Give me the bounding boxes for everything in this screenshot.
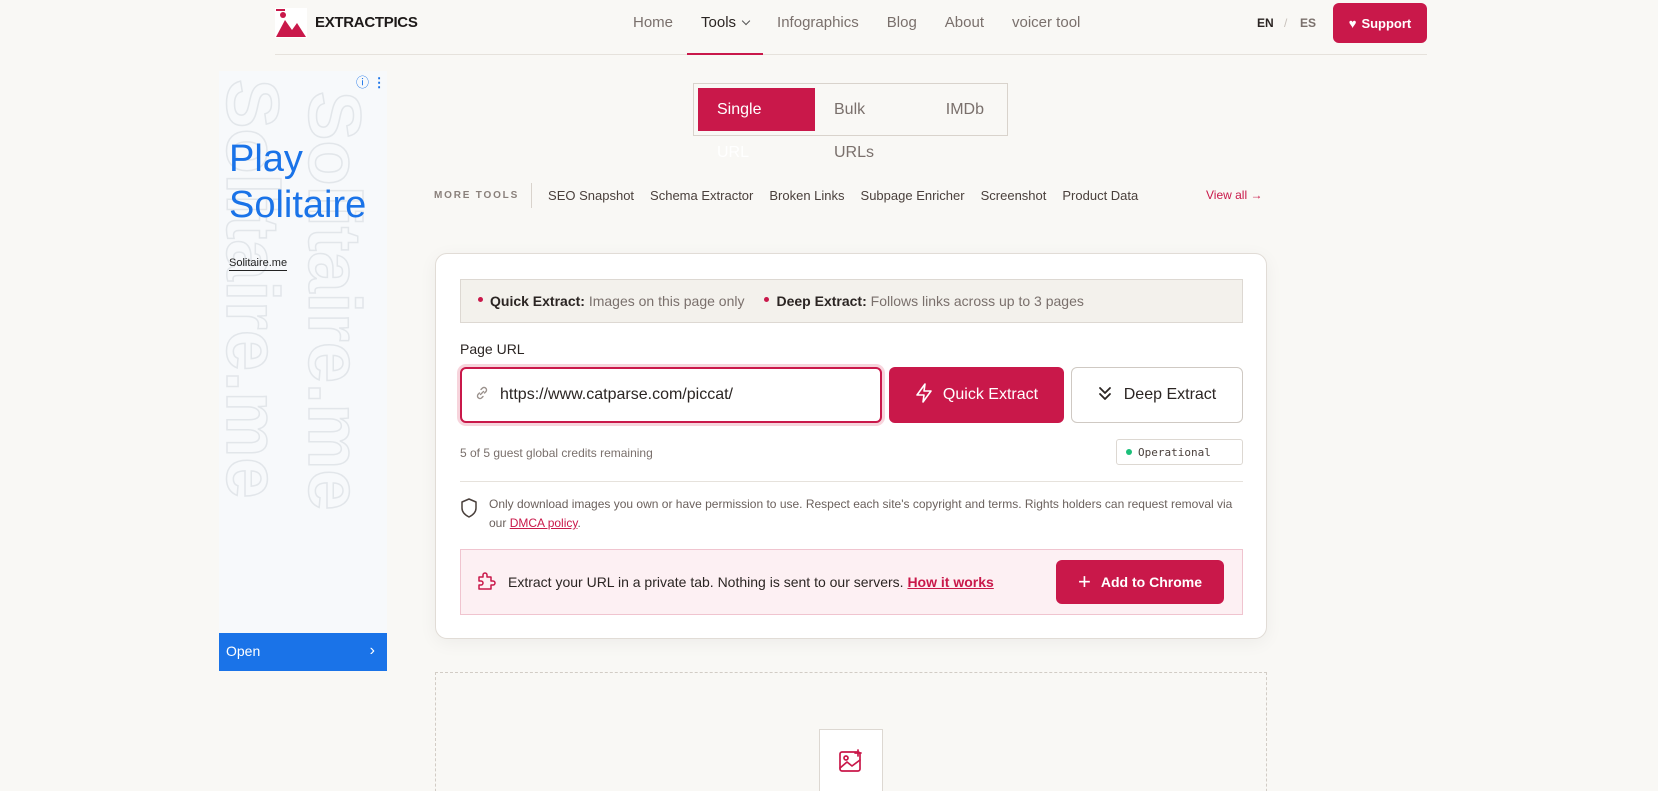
status-label: Operational: [1138, 445, 1211, 459]
how-it-works-link[interactable]: How it works: [907, 574, 993, 590]
private-extract-banner: Extract your URL in a private tab. Nothi…: [460, 549, 1243, 615]
main-nav: Home Tools Infographics Blog About voice…: [619, 0, 1094, 55]
bullet-dot: [764, 296, 770, 302]
private-extract-text: Extract your URL in a private tab. Nothi…: [508, 574, 904, 590]
tool-link-seo-snapshot[interactable]: SEO Snapshot: [540, 188, 642, 203]
deep-extract-label: Deep Extract:: [776, 293, 867, 309]
mode-tabs: Single URL Bulk URLs IMDb: [693, 83, 1008, 161]
lang-separator: /: [1284, 16, 1288, 30]
ad-info-icon[interactable]: ⓘ ⋮: [356, 72, 386, 91]
link-icon: [474, 385, 490, 406]
add-to-chrome-label: Add to Chrome: [1100, 574, 1202, 590]
page-url-value: https://www.catparse.com/piccat/: [500, 386, 733, 403]
heart-icon: ♥: [1348, 15, 1357, 31]
copyright-notice: Only download images you own or have per…: [460, 495, 1243, 533]
lang-es[interactable]: ES: [1300, 16, 1316, 30]
ad-banner[interactable]: Solitaire.me Solitaire.me ⓘ ⋮ Play Solit…: [219, 71, 387, 671]
ad-menu-icon[interactable]: ⋮: [373, 75, 386, 90]
extract-info-bar: Quick Extract: Images on this page only …: [460, 279, 1243, 323]
page-url-input[interactable]: https://www.catparse.com/piccat/: [460, 367, 882, 423]
results-dropzone: [435, 672, 1267, 791]
nav-tools[interactable]: Tools: [687, 0, 764, 55]
deep-extract-desc: Follows links across up to 3 pages: [870, 293, 1084, 309]
ad-headline[interactable]: Play Solitaire: [229, 136, 387, 228]
image-placeholder-icon: [819, 729, 883, 791]
puzzle-icon: [476, 571, 496, 594]
tab-bulk-urls[interactable]: Bulk URLs: [815, 88, 927, 161]
page-url-label: Page URL: [460, 341, 525, 357]
tool-link-schema-extractor[interactable]: Schema Extractor: [642, 188, 761, 203]
ad-open-button[interactable]: Open ›: [219, 633, 387, 671]
nav-about[interactable]: About: [931, 0, 998, 55]
credits-remaining: 5 of 5 guest global credits remaining: [460, 446, 653, 460]
notice-end: .: [577, 516, 581, 530]
lang-en[interactable]: EN: [1257, 16, 1274, 30]
lightning-icon: [915, 382, 933, 408]
nav-voicer-tool-label: voicer tool: [1012, 14, 1081, 31]
chevron-right-icon: ›: [369, 642, 375, 659]
dmca-policy-link[interactable]: DMCA policy: [510, 516, 578, 530]
brand-logo-icon[interactable]: [275, 8, 307, 38]
quick-extract-button[interactable]: Quick Extract: [889, 367, 1064, 423]
more-tools-label: MORE TOOLS: [434, 183, 533, 208]
quick-extract-desc: Images on this page only: [588, 293, 745, 309]
nav-blog-label: Blog: [886, 14, 917, 31]
more-tools-bar: MORE TOOLS SEO Snapshot Schema Extractor…: [434, 183, 1146, 208]
extract-card: Quick Extract: Images on this page only …: [435, 253, 1267, 639]
nav-about-label: About: [944, 14, 984, 31]
deep-extract-button[interactable]: Deep Extract: [1071, 367, 1243, 423]
quick-extract-label: Quick Extract: [942, 386, 1039, 403]
nav-infographics-label: Infographics: [777, 14, 859, 31]
tab-single-url[interactable]: Single URL: [698, 88, 815, 161]
nav-home-label: Home: [633, 14, 674, 31]
tool-link-product-data[interactable]: Product Data: [1054, 188, 1146, 203]
deep-extract-label: Deep Extract: [1123, 386, 1217, 403]
tab-imdb[interactable]: IMDb: [927, 88, 1003, 131]
support-label: Support: [1361, 15, 1412, 31]
brand-name[interactable]: EXTRACTPICS: [315, 14, 418, 31]
view-all-link[interactable]: View all →: [1206, 188, 1262, 202]
support-button[interactable]: ♥ Support: [1333, 3, 1427, 43]
bullet-dot: [478, 296, 483, 302]
nav-voicer-tool[interactable]: voicer tool: [998, 0, 1094, 55]
status-badge: Operational: [1116, 439, 1243, 465]
tool-link-screenshot[interactable]: Screenshot: [973, 188, 1055, 203]
nav-tools-label: Tools: [701, 14, 737, 31]
add-to-chrome-button[interactable]: + Add to Chrome: [1056, 560, 1224, 604]
quick-extract-label: Quick Extract:: [490, 293, 585, 309]
status-dot-icon: [1126, 449, 1132, 455]
plus-icon: +: [1078, 569, 1091, 594]
double-chevron-down-icon: [1098, 385, 1112, 406]
nav-infographics[interactable]: Infographics: [763, 0, 873, 55]
tool-link-broken-links[interactable]: Broken Links: [761, 188, 852, 203]
chevron-down-icon: [741, 16, 751, 26]
divider: [460, 481, 1243, 482]
notice-text: Only download images you own or have per…: [489, 497, 1233, 530]
ad-domain-link[interactable]: Solitaire.me: [229, 257, 288, 271]
ad-open-label: Open: [226, 643, 261, 659]
nav-blog[interactable]: Blog: [873, 0, 931, 55]
tool-link-subpage-enricher[interactable]: Subpage Enricher: [853, 188, 973, 203]
nav-home[interactable]: Home: [619, 0, 687, 55]
site-header: EXTRACTPICS Home Tools Infographics Blog…: [275, 0, 1427, 55]
